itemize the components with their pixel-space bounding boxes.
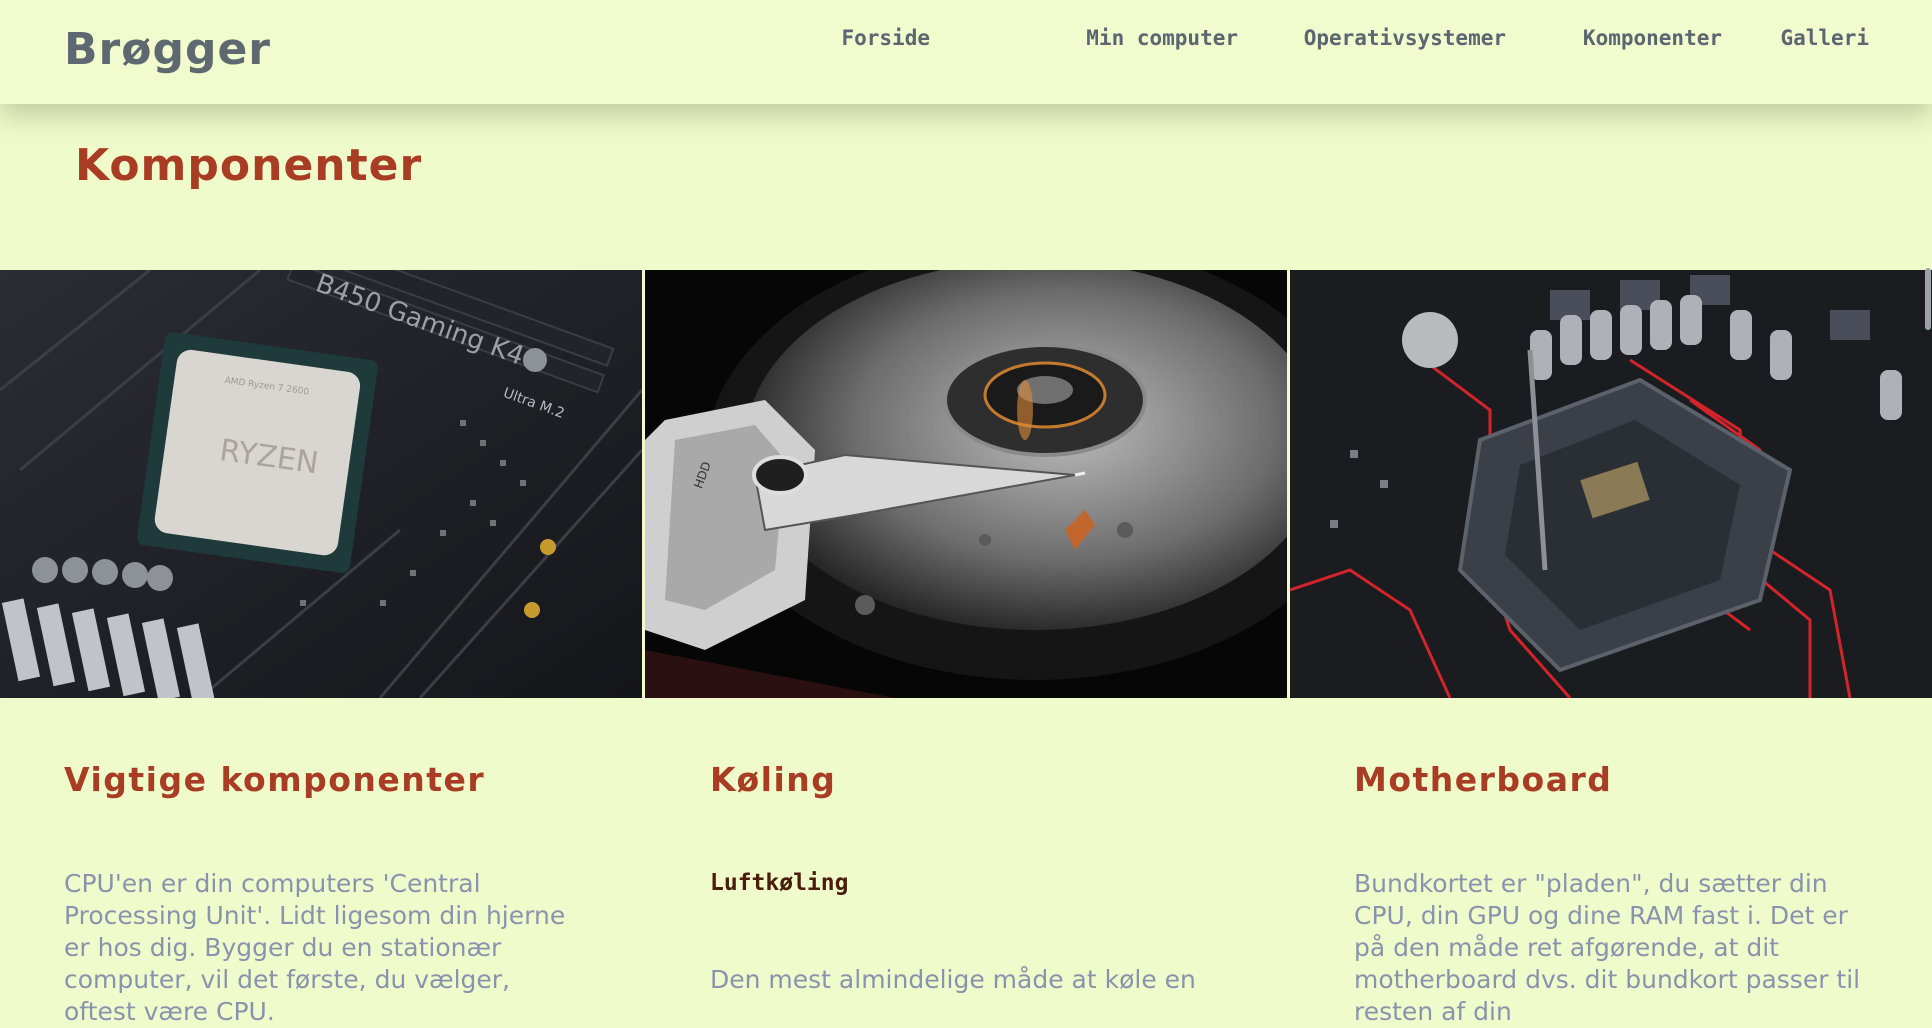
column-body: CPU'en er din computers 'Central Process… bbox=[64, 869, 566, 1026]
column-heading: Vigtige komponenter bbox=[64, 760, 486, 799]
nav-link-operativsystemer[interactable]: Operativsystemer bbox=[1304, 26, 1506, 50]
column-heading: Køling bbox=[710, 760, 837, 799]
nav-link-forside[interactable]: Forside bbox=[841, 26, 930, 50]
column-subheading: Luftkøling bbox=[710, 870, 849, 896]
column-koeling: Køling Luftkøling Den mest almindelige m… bbox=[710, 760, 1230, 994]
cpu-photo: B450 Gaming K4 Ultra M.2 RYZEN AMD Ryzen… bbox=[0, 270, 642, 698]
motherboard-photo bbox=[1290, 270, 1932, 698]
site-logo[interactable]: Brøgger bbox=[64, 24, 271, 75]
site-header: Brøgger Forside Min computer Operativsys… bbox=[0, 0, 1932, 104]
column-vigtige-komponenter: Vigtige komponenter CPU'en er din comput… bbox=[64, 760, 584, 1026]
page-title: Komponenter bbox=[75, 140, 423, 191]
nav-link-min-computer[interactable]: Min computer bbox=[1086, 26, 1238, 50]
column-body: Bundkortet er "pladen", du sætter din CP… bbox=[1354, 869, 1861, 1026]
scrollbar-thumb[interactable] bbox=[1925, 268, 1931, 330]
column-body: Den mest almindelige måde at køle en bbox=[710, 965, 1196, 994]
nav-link-galleri[interactable]: Galleri bbox=[1780, 26, 1869, 50]
column-heading: Motherboard bbox=[1354, 760, 1613, 799]
hard-drive-photo: HDD bbox=[645, 270, 1287, 698]
nav-link-komponenter[interactable]: Komponenter bbox=[1583, 26, 1722, 50]
page-scrollbar[interactable] bbox=[1923, 0, 1932, 981]
column-motherboard: Motherboard Bundkortet er "pladen", du s… bbox=[1354, 760, 1874, 1026]
